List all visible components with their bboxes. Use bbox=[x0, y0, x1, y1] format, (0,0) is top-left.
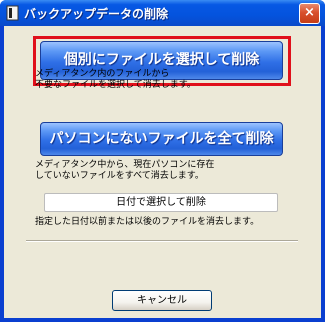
cancel-button[interactable]: キャンセル bbox=[112, 290, 212, 311]
dialog-body: 個別にファイルを選択して削除 メディアタンク内のファイルから 不要なファイルを選… bbox=[4, 26, 321, 318]
delete-files-not-on-pc-description: メディアタンク中から、現在パソコンに存在 していないファイルをすべて消去します。 bbox=[35, 160, 215, 181]
delete-files-not-on-pc-button[interactable]: パソコンにないファイルを全て削除 bbox=[40, 122, 283, 156]
dialog-window: バックアップデータの削除 × 個別にファイルを選択して削除 メディアタンク内のフ… bbox=[0, 0, 325, 322]
app-icon bbox=[6, 5, 19, 21]
separator bbox=[26, 240, 298, 242]
close-button[interactable]: × bbox=[299, 3, 320, 24]
delete-selected-files-description: メディアタンク内のファイルから 不要なファイルを選択して消去します。 bbox=[35, 69, 196, 90]
delete-by-date-button[interactable]: 日付で選択して削除 bbox=[44, 193, 278, 212]
title-bar[interactable]: バックアップデータの削除 × bbox=[0, 0, 325, 26]
window-title: バックアップデータの削除 bbox=[24, 7, 169, 21]
close-icon: × bbox=[304, 5, 315, 20]
delete-by-date-description: 指定した日付以前または以後のファイルを消去します。 bbox=[35, 217, 260, 227]
